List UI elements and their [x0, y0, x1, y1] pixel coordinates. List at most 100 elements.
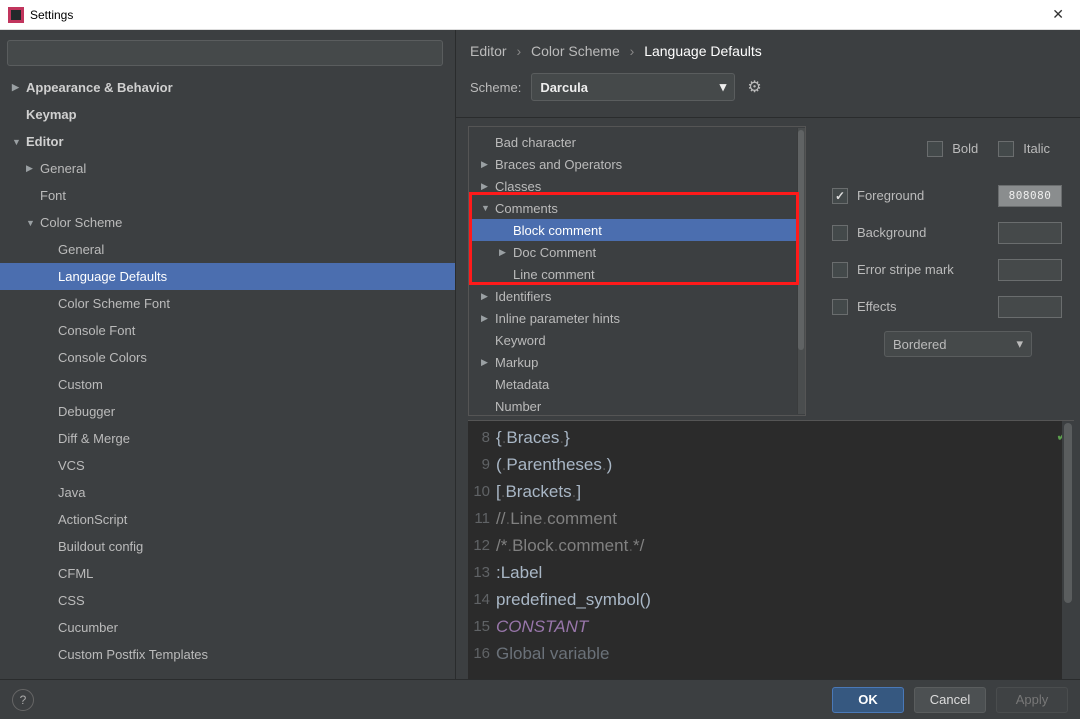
attribute-label: Keyword — [495, 333, 546, 348]
sidebar-item[interactable]: Language Defaults — [0, 263, 455, 290]
sidebar-item-label: Appearance & Behavior — [26, 80, 173, 95]
line-number: 8 — [468, 424, 490, 451]
attribute-item[interactable]: Metadata — [469, 373, 805, 395]
sidebar-item-label: Cucumber — [58, 620, 118, 635]
apply-button[interactable]: Apply — [996, 687, 1068, 713]
sidebar-item[interactable]: ▼Color Scheme — [0, 209, 455, 236]
settings-tree[interactable]: ▶Appearance & BehaviorKeymap▼Editor▶Gene… — [0, 72, 455, 679]
sidebar-item[interactable]: CFML — [0, 560, 455, 587]
error-stripe-color[interactable] — [998, 259, 1062, 281]
sidebar-item-label: Buildout config — [58, 539, 143, 554]
sidebar-item-label: ActionScript — [58, 512, 127, 527]
attribute-item[interactable]: ▶Inline parameter hints — [469, 307, 805, 329]
app-icon — [8, 7, 24, 23]
attribute-item[interactable]: Block comment — [469, 219, 805, 241]
sidebar-item[interactable]: Buildout config — [0, 533, 455, 560]
code-line: (.Parentheses.) — [496, 451, 1074, 478]
sidebar-item[interactable]: Console Colors — [0, 344, 455, 371]
foreground-checkbox[interactable] — [832, 188, 848, 204]
foreground-color[interactable]: 808080 — [998, 185, 1062, 207]
cancel-button[interactable]: Cancel — [914, 687, 986, 713]
sidebar-item[interactable]: Custom Postfix Templates — [0, 641, 455, 668]
code-line: :Label — [496, 559, 1074, 586]
ok-button[interactable]: OK — [832, 687, 904, 713]
attribute-item[interactable]: Bad character — [469, 131, 805, 153]
sidebar-item-label: Java — [58, 485, 85, 500]
effects-checkbox[interactable] — [832, 299, 848, 315]
sidebar-item-label: Custom — [58, 377, 103, 392]
sidebar-item-label: CSS — [58, 593, 85, 608]
sidebar-item[interactable]: Java — [0, 479, 455, 506]
sidebar-item-label: Console Font — [58, 323, 135, 338]
scheme-value: Darcula — [540, 80, 588, 95]
error-stripe-checkbox[interactable] — [832, 262, 848, 278]
sidebar-item-label: Color Scheme Font — [58, 296, 170, 311]
line-number: 15 — [468, 613, 490, 640]
sidebar-item[interactable]: ▶General — [0, 155, 455, 182]
sidebar-item[interactable]: CSS — [0, 587, 455, 614]
tree-arrow-icon: ▶ — [499, 247, 513, 258]
code-line: /*.Block.comment.*/ — [496, 532, 1074, 559]
attribute-item[interactable]: ▶Doc Comment — [469, 241, 805, 263]
help-icon[interactable]: ? — [12, 689, 34, 711]
sidebar-item[interactable]: Debugger — [0, 398, 455, 425]
bold-label: Bold — [952, 141, 978, 156]
sidebar-item-label: Editor — [26, 134, 64, 149]
scheme-select[interactable]: Darcula ▾ — [531, 73, 735, 101]
background-checkbox[interactable] — [832, 225, 848, 241]
attribute-item[interactable]: ▶Classes — [469, 175, 805, 197]
chevron-right-icon: › — [624, 43, 641, 59]
titlebar: Settings ✕ — [0, 0, 1080, 30]
attribute-item[interactable]: Number — [469, 395, 805, 415]
sidebar-item[interactable]: VCS — [0, 452, 455, 479]
sidebar-item[interactable]: ▼Editor — [0, 128, 455, 155]
effects-color[interactable] — [998, 296, 1062, 318]
sidebar-item[interactable]: Font — [0, 182, 455, 209]
tree-arrow-icon: ▶ — [481, 159, 495, 170]
attribute-item[interactable]: ▶Braces and Operators — [469, 153, 805, 175]
tree-arrow-icon: ▶ — [12, 82, 26, 93]
attribute-item[interactable]: ▶Markup — [469, 351, 805, 373]
attribute-item[interactable]: Line comment — [469, 263, 805, 285]
sidebar-item[interactable]: Cucumber — [0, 614, 455, 641]
attribute-item[interactable]: ▼Comments — [469, 197, 805, 219]
scrollbar[interactable] — [797, 128, 805, 414]
attributes-tree[interactable]: Bad character▶Braces and Operators▶Class… — [468, 126, 806, 416]
sidebar-item[interactable]: Keymap — [0, 101, 455, 128]
crumb-color-scheme[interactable]: Color Scheme — [531, 43, 620, 59]
effects-type-select[interactable]: Bordered ▾ — [884, 331, 1032, 357]
sidebar-item-label: Console Colors — [58, 350, 147, 365]
search-input[interactable] — [7, 40, 443, 66]
background-color[interactable] — [998, 222, 1062, 244]
code-line: //.Line.comment — [496, 505, 1074, 532]
sidebar-item[interactable]: Console Font — [0, 317, 455, 344]
effects-type-value: Bordered — [893, 337, 946, 352]
attribute-label: Identifiers — [495, 289, 551, 304]
sidebar-item-label: Keymap — [26, 107, 77, 122]
tree-arrow-icon: ▶ — [481, 181, 495, 192]
sidebar-item[interactable]: ActionScript — [0, 506, 455, 533]
chevron-down-icon: ▾ — [720, 79, 727, 95]
attribute-item[interactable]: ▶Identifiers — [469, 285, 805, 307]
close-icon[interactable]: ✕ — [1044, 2, 1072, 27]
sidebar-item-label: Diff & Merge — [58, 431, 130, 446]
sidebar-item-label: Custom Postfix Templates — [58, 647, 208, 662]
line-number: 12 — [468, 532, 490, 559]
sidebar-item-label: Debugger — [58, 404, 115, 419]
sidebar-item[interactable]: Color Scheme Font — [0, 290, 455, 317]
foreground-label: Foreground — [857, 188, 924, 203]
bold-checkbox[interactable] — [927, 141, 943, 157]
scrollbar[interactable] — [1062, 421, 1074, 679]
italic-checkbox[interactable] — [998, 141, 1014, 157]
style-panel: Bold Italic Foreground 808080 Background — [806, 118, 1080, 416]
sidebar-item-label: VCS — [58, 458, 85, 473]
sidebar-item[interactable]: ▶Appearance & Behavior — [0, 74, 455, 101]
gear-icon[interactable]: ⚙ — [747, 77, 761, 97]
sidebar-item[interactable]: Diff & Merge — [0, 425, 455, 452]
crumb-editor[interactable]: Editor — [470, 43, 507, 59]
line-number: 9 — [468, 451, 490, 478]
sidebar-item[interactable]: Custom — [0, 371, 455, 398]
sidebar-item[interactable]: General — [0, 236, 455, 263]
preview-editor[interactable]: 8910111213141516 ✔ {.Braces.}(.Parenthes… — [468, 420, 1074, 679]
attribute-item[interactable]: Keyword — [469, 329, 805, 351]
